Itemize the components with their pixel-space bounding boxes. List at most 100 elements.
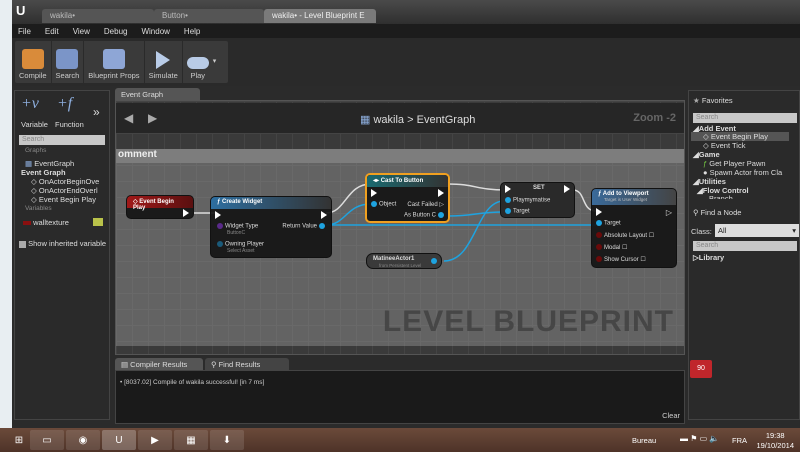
language-indicator[interactable]: FRA	[732, 436, 747, 445]
owning-player-select[interactable]: Select Asset	[227, 248, 255, 254]
tab-compiler-results[interactable]: ▤ Compiler Results	[115, 358, 203, 370]
compile-label: Compile	[19, 71, 47, 80]
node-event-begin-play[interactable]: ◇ Event Begin Play	[126, 195, 194, 219]
gear-icon	[102, 49, 125, 69]
cast-failed-pin[interactable]: Cast Failed ▷	[407, 201, 444, 208]
search-input[interactable]: Search	[19, 135, 105, 145]
category-game[interactable]: ◢Game	[693, 150, 720, 159]
node-set[interactable]: SET Playmymatise Target	[500, 182, 575, 218]
library-item[interactable]: ▷Library	[693, 253, 724, 262]
exec-out-pin[interactable]	[564, 185, 570, 193]
widget-type-pin[interactable]: Widget Type	[215, 223, 258, 230]
log-line: • [8037.02] Compile of wakila successful…	[120, 379, 265, 386]
menu-view[interactable]: View	[73, 27, 90, 36]
event-graph-item[interactable]: ▦ EventGraph	[25, 159, 74, 168]
tray-icons[interactable]: ▬ ⚑ ▭ 🔈	[680, 434, 719, 443]
blueprint-props-label: Blueprint Props	[88, 71, 140, 80]
menu-edit[interactable]: Edit	[45, 27, 59, 36]
category-utilities[interactable]: ◢Utilities	[693, 177, 726, 186]
graph-editor[interactable]: ◀ ▶ ▦ wakila > EventGraph Zoom -2 omment…	[115, 100, 685, 355]
modal-pin[interactable]: Modal ☐	[594, 244, 627, 251]
variable-item[interactable]: walltexture	[23, 218, 69, 227]
chrome-icon[interactable]: ◉	[66, 430, 100, 450]
palette-item[interactable]: ● Spawn Actor from Cla	[703, 168, 782, 177]
file-explorer-icon[interactable]: ▭	[30, 430, 64, 450]
exec-in-pin[interactable]	[505, 185, 511, 193]
add-variable-button[interactable]: Variable	[21, 120, 48, 129]
compile-button[interactable]: Compile	[15, 41, 52, 83]
palette-item[interactable]: Branch	[709, 194, 733, 199]
exec-in-pin[interactable]	[596, 208, 602, 216]
simulate-button[interactable]: Simulate	[145, 41, 183, 83]
add-function-button[interactable]: Function	[55, 120, 84, 129]
event-item[interactable]: ◇ Event Begin Play	[31, 195, 96, 204]
tab-find-results[interactable]: ⚲ Find Results	[205, 358, 289, 370]
desktop-toolbar[interactable]: Bureau	[632, 436, 656, 445]
data-wire	[443, 200, 505, 262]
visibility-eye-icon[interactable]	[93, 218, 103, 226]
unreal-logo: U	[16, 3, 26, 18]
media-player-icon[interactable]: ▶	[138, 430, 172, 450]
menu-window[interactable]: Window	[141, 27, 169, 36]
exec-wire	[447, 183, 507, 191]
data-wire	[447, 211, 505, 217]
return-value-pin[interactable]: Return Value	[282, 223, 327, 230]
star-icon: ★	[693, 96, 700, 105]
app-icon[interactable]: ▦	[174, 430, 208, 450]
simulate-label: Simulate	[148, 71, 178, 80]
target-pin[interactable]: Target	[503, 208, 530, 215]
blueprint-props-button[interactable]: Blueprint Props	[84, 41, 145, 83]
absolute-layout-pin[interactable]: Absolute Layout ☐	[594, 232, 654, 239]
show-inherited-checkbox[interactable]: Show inherited variable	[19, 239, 106, 248]
event-graph-section[interactable]: Event Graph	[21, 168, 66, 177]
doc-tab-level-blueprint[interactable]: wakila• - Level Blueprint E	[264, 9, 376, 23]
event-item[interactable]: ◇ OnActorBeginOve	[31, 177, 99, 186]
variable-pin[interactable]: Playmymatise	[503, 197, 550, 204]
exec-in-pin[interactable]	[371, 189, 377, 197]
search-button[interactable]: Search	[52, 41, 85, 83]
palette-item[interactable]: ◇ Event Tick	[703, 141, 745, 150]
object-pin[interactable]: Object	[369, 201, 396, 208]
node-cast-to-button[interactable]: ◂▸ Cast To Button Object Cast Failed ▷ A…	[365, 173, 450, 223]
as-button-pin[interactable]: As Button C	[404, 212, 446, 219]
menu-file[interactable]: File	[18, 27, 31, 36]
exec-out-pin[interactable]	[321, 211, 327, 219]
node-create-widget[interactable]: ƒ Create Widget Widget Type ButtonC Retu…	[210, 196, 332, 258]
graph-icon: ▦	[25, 159, 33, 168]
menu-help[interactable]: Help	[184, 27, 200, 36]
clock[interactable]: 19:38 19/10/2014	[756, 431, 794, 451]
exec-in-pin[interactable]	[215, 211, 221, 219]
doc-tab-wakila[interactable]: wakila•	[42, 9, 154, 23]
palette-item[interactable]: ◇ Event Begin Play	[691, 132, 789, 141]
tab-event-graph[interactable]: Event Graph	[115, 88, 200, 100]
notification-badge[interactable]: 90	[690, 360, 712, 378]
play-options-chevron-icon[interactable]: ▾	[213, 41, 217, 83]
find-node-search-input[interactable]: Search	[693, 241, 797, 251]
owning-player-pin[interactable]: Owning Player	[215, 241, 264, 248]
doc-tab-button[interactable]: Button•	[154, 9, 264, 23]
node-matinee-actor[interactable]: MatineeActor1 from Persistent Level	[366, 253, 442, 269]
download-icon[interactable]: ⬇	[210, 430, 244, 450]
widget-type-select[interactable]: ButtonC	[227, 230, 245, 236]
add-function-icon[interactable]: +f	[57, 95, 72, 113]
output-pin[interactable]	[431, 258, 437, 264]
show-cursor-pin[interactable]: Show Cursor ☐	[594, 256, 646, 263]
palette-item[interactable]: ƒ Get Player Pawn	[703, 159, 766, 168]
palette-search-input[interactable]: Search	[693, 113, 797, 123]
target-pin[interactable]: Target	[594, 220, 621, 227]
graphs-header: Graphs	[25, 147, 47, 154]
exec-out-pin[interactable]: ▷	[666, 208, 672, 217]
event-item[interactable]: ◇ OnActorEndOverl	[31, 186, 98, 195]
class-select[interactable]: All ▾	[715, 224, 799, 237]
play-button[interactable]: Play	[183, 41, 213, 83]
exec-out-pin[interactable]	[183, 209, 189, 217]
menu-debug[interactable]: Debug	[104, 27, 128, 36]
unreal-engine-icon[interactable]: U	[102, 430, 136, 450]
bottom-tabs: ▤ Compiler Results ⚲ Find Results	[115, 358, 685, 370]
exec-out-pin[interactable]	[438, 189, 444, 197]
expand-chevron-icon[interactable]: »	[93, 105, 100, 119]
node-add-to-viewport[interactable]: ƒ Add to Viewport Target is User Widget ▷…	[591, 188, 677, 268]
clear-button[interactable]: Clear	[662, 411, 680, 420]
add-variable-icon[interactable]: +v	[21, 95, 39, 113]
variable-type-icon	[23, 221, 31, 226]
